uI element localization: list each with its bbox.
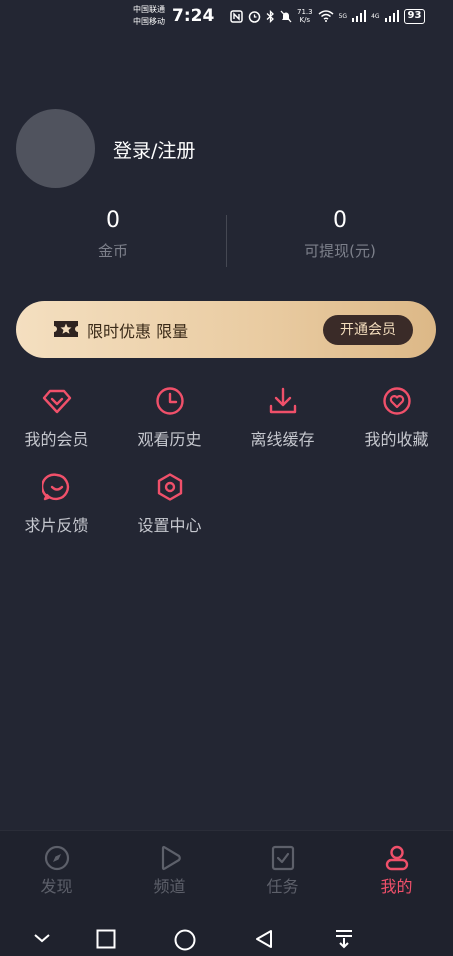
tab-discover[interactable]: 发现 <box>0 845 113 897</box>
tab-mine[interactable]: 我的 <box>340 845 453 897</box>
status-bar: 中国联通 中国移动 7:24 71.3 K/s 5G 4G 93 <box>0 0 453 34</box>
grid-item-favorites[interactable]: 我的收藏 <box>340 386 453 450</box>
chat-icon <box>41 473 69 501</box>
user-icon <box>385 845 408 871</box>
coins-label: 金币 <box>97 242 128 260</box>
signal-2-icon <box>384 10 399 22</box>
carrier-2: 中国移动 <box>133 17 165 26</box>
clock: 7:24 <box>172 6 215 26</box>
clock-icon <box>155 387 184 415</box>
tab-label: 发现 <box>40 877 73 896</box>
mute-icon <box>280 10 292 22</box>
diamond-icon <box>42 389 71 414</box>
vip-ticket-star-icon <box>54 321 78 337</box>
wifi-icon <box>318 10 334 22</box>
signal-2-label: 4G <box>371 12 380 20</box>
compass-icon <box>44 845 69 871</box>
coins-value: 0 <box>106 208 120 233</box>
battery-indicator: 93 <box>403 8 426 24</box>
grid-label: 我的收藏 <box>364 430 429 449</box>
chevron-down-icon[interactable] <box>33 932 51 944</box>
grid-label: 我的会员 <box>24 430 89 449</box>
open-vip-button[interactable]: 开通会员 <box>323 315 413 345</box>
vip-promo-text: 限时优惠 限量 <box>87 322 189 341</box>
grid-item-settings[interactable]: 设置中心 <box>113 472 226 536</box>
network-speed: 71.3 K/s <box>297 8 313 24</box>
tab-label: 任务 <box>266 877 299 896</box>
grid-label: 观看历史 <box>137 430 202 449</box>
vip-banner[interactable]: 限时优惠 限量 开通会员 <box>16 301 436 358</box>
avatar[interactable] <box>16 109 95 188</box>
coins-stat[interactable]: 0 金币 <box>0 208 226 261</box>
task-icon <box>271 845 294 871</box>
signal-1-icon <box>352 10 367 22</box>
grid-item-my-vip[interactable]: 我的会员 <box>0 386 113 450</box>
login-register-link[interactable]: 登录/注册 <box>113 136 195 163</box>
grid-item-feedback[interactable]: 求片反馈 <box>0 472 113 536</box>
tab-tasks[interactable]: 任务 <box>226 845 339 897</box>
status-icons: 71.3 K/s 5G 4G 93 <box>230 8 426 24</box>
carrier-1: 中国联通 <box>133 5 165 14</box>
settings-icon <box>157 473 182 501</box>
heart-icon <box>382 387 411 415</box>
tab-label: 频道 <box>153 877 186 896</box>
system-navigation-bar <box>0 910 453 956</box>
withdraw-label: 可提现(元) <box>304 242 376 260</box>
recents-square-icon[interactable] <box>96 929 116 949</box>
bluetooth-icon <box>266 9 274 23</box>
tab-channel[interactable]: 频道 <box>113 845 226 897</box>
grid-label: 设置中心 <box>137 516 202 535</box>
withdraw-stat[interactable]: 0 可提现(元) <box>227 208 453 261</box>
grid-item-history[interactable]: 观看历史 <box>113 386 226 450</box>
grid-item-offline-cache[interactable]: 离线缓存 <box>226 386 339 450</box>
download-icon <box>269 387 296 414</box>
alarm-icon <box>248 10 261 23</box>
notification-pulldown-icon[interactable] <box>334 929 354 949</box>
play-icon <box>161 845 181 871</box>
signal-1-label: 5G <box>338 12 348 20</box>
grid-label: 离线缓存 <box>250 430 315 449</box>
grid-label: 求片反馈 <box>24 516 89 535</box>
bottom-tab-bar: 发现 频道 任务 我的 <box>0 830 453 910</box>
nfc-icon <box>230 9 243 23</box>
back-triangle-icon[interactable] <box>254 929 274 949</box>
carrier-names: 中国联通 中国移动 <box>133 4 165 28</box>
tab-label: 我的 <box>380 877 413 896</box>
home-circle-icon[interactable] <box>174 929 196 951</box>
withdraw-value: 0 <box>333 208 347 233</box>
